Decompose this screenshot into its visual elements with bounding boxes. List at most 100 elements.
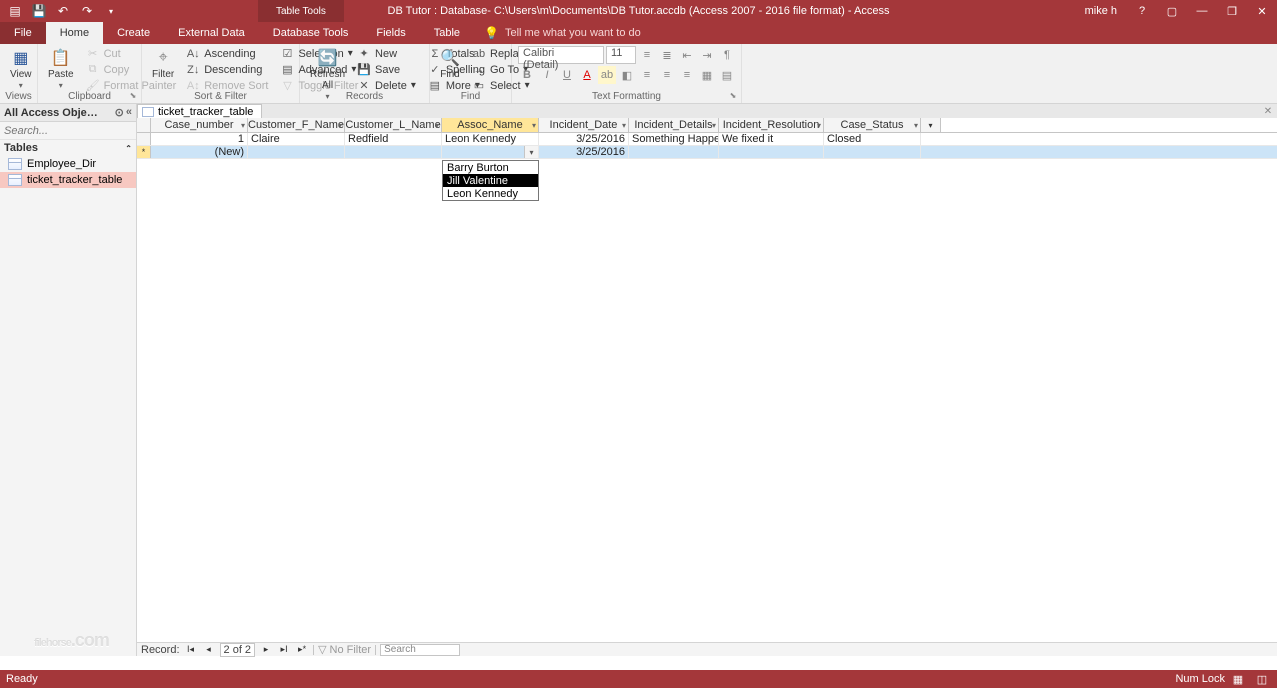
click-to-add-column[interactable]: ▾ bbox=[921, 118, 941, 132]
cell[interactable]: Claire bbox=[248, 133, 345, 145]
clipboard-launcher-icon[interactable]: ⬊ bbox=[127, 89, 139, 101]
cell[interactable]: Leon Kennedy bbox=[442, 133, 539, 145]
tell-me-search[interactable]: 💡 Tell me what you want to do bbox=[474, 26, 651, 40]
qat-redo-icon[interactable]: ↷ bbox=[76, 1, 98, 21]
cell[interactable] bbox=[824, 146, 921, 158]
ribbon-display-icon[interactable]: ▢ bbox=[1157, 0, 1187, 22]
col-header-case-number[interactable]: Case_number▾ bbox=[151, 118, 248, 132]
recnav-position[interactable]: 2 of 2 bbox=[220, 643, 256, 657]
nav-collapse-icon[interactable]: « bbox=[126, 106, 132, 119]
ascending-button[interactable]: A↓Ascending bbox=[182, 46, 272, 61]
paste-button[interactable]: 📋 Paste ▾ bbox=[44, 46, 78, 92]
col-header-incident-resolution[interactable]: Incident_Resolution▾ bbox=[719, 118, 824, 132]
chevron-down-icon[interactable]: ▾ bbox=[712, 121, 716, 130]
col-header-incident-date[interactable]: Incident_Date▾ bbox=[539, 118, 629, 132]
nav-item-employee-dir[interactable]: Employee_Dir bbox=[0, 156, 136, 172]
new-row-icon[interactable]: * bbox=[137, 146, 151, 158]
dropdown-option[interactable]: Leon Kennedy bbox=[443, 187, 538, 200]
chevron-down-icon[interactable]: ▾ bbox=[817, 121, 821, 130]
alt-row-color-icon[interactable]: ▤ bbox=[718, 66, 736, 84]
document-tab[interactable]: ticket_tracker_table bbox=[137, 104, 262, 118]
help-icon[interactable]: ? bbox=[1127, 0, 1157, 22]
assoc-name-combo-cell[interactable]: ▾ bbox=[442, 146, 539, 158]
dropdown-option[interactable]: Jill Valentine bbox=[443, 174, 538, 187]
col-header-case-status[interactable]: Case_Status▾ bbox=[824, 118, 921, 132]
recnav-last-icon[interactable]: ▸I bbox=[277, 644, 291, 656]
col-header-customer-lname[interactable]: Customer_L_Name▾ bbox=[345, 118, 442, 132]
table-row[interactable]: 1 Claire Redfield Leon Kennedy 3/25/2016… bbox=[137, 133, 1277, 146]
select-all-corner[interactable] bbox=[137, 118, 151, 132]
minimize-icon[interactable]: — bbox=[1187, 0, 1217, 22]
tab-table[interactable]: Table bbox=[420, 22, 474, 44]
descending-button[interactable]: Z↓Descending bbox=[182, 62, 272, 77]
cell[interactable] bbox=[345, 146, 442, 158]
qat-customize-icon[interactable]: ▾ bbox=[100, 1, 122, 21]
design-view-icon[interactable]: ◫ bbox=[1251, 671, 1273, 687]
underline-icon[interactable]: U bbox=[558, 66, 576, 84]
indent-inc-icon[interactable]: ⇥ bbox=[698, 46, 716, 64]
numbering-icon[interactable]: ≣ bbox=[658, 46, 676, 64]
chevron-down-icon[interactable]: ▾ bbox=[622, 121, 626, 130]
tab-file[interactable]: File bbox=[0, 22, 46, 44]
fill-color-icon[interactable]: ◧ bbox=[618, 66, 636, 84]
save-record-button[interactable]: 💾Save bbox=[353, 62, 420, 77]
tab-create[interactable]: Create bbox=[103, 22, 164, 44]
chevron-down-icon[interactable]: ▾ bbox=[914, 121, 918, 130]
restore-icon[interactable]: ❐ bbox=[1217, 0, 1247, 22]
align-right-icon[interactable]: ≡ bbox=[678, 66, 696, 84]
cell[interactable] bbox=[629, 146, 719, 158]
qat-undo-icon[interactable]: ↶ bbox=[52, 1, 74, 21]
tab-home[interactable]: Home bbox=[46, 22, 103, 44]
nav-header-title[interactable]: All Access Obje… bbox=[4, 107, 98, 119]
assoc-name-dropdown[interactable]: Barry Burton Jill Valentine Leon Kennedy bbox=[442, 160, 539, 201]
tab-database-tools[interactable]: Database Tools bbox=[259, 22, 363, 44]
nav-pin-icon[interactable]: ⊙ bbox=[115, 106, 124, 119]
align-center-icon[interactable]: ≡ bbox=[658, 66, 676, 84]
tab-fields[interactable]: Fields bbox=[362, 22, 419, 44]
textfmt-launcher-icon[interactable]: ⬊ bbox=[727, 89, 739, 101]
cell[interactable] bbox=[248, 146, 345, 158]
table-row-new[interactable]: * (New) ▾ 3/25/2016 bbox=[137, 146, 1277, 159]
cell[interactable]: We fixed it bbox=[719, 133, 824, 145]
chevron-down-icon[interactable]: ▾ bbox=[435, 121, 439, 130]
chevron-down-icon[interactable]: ▾ bbox=[532, 121, 536, 130]
close-icon[interactable]: ✕ bbox=[1247, 0, 1277, 22]
cell[interactable]: (New) bbox=[151, 146, 248, 158]
col-header-assoc-name[interactable]: Assoc_Name▾ bbox=[442, 118, 539, 132]
recnav-first-icon[interactable]: I◂ bbox=[184, 644, 198, 656]
recnav-filter-status[interactable]: ▽No Filter bbox=[318, 643, 371, 656]
cell[interactable]: 1 bbox=[151, 133, 248, 145]
nav-search-input[interactable] bbox=[4, 125, 132, 137]
col-header-incident-details[interactable]: Incident_Details▾ bbox=[629, 118, 719, 132]
font-size-combo[interactable]: 11 bbox=[606, 46, 636, 64]
document-close-icon[interactable]: ✕ bbox=[1261, 104, 1275, 118]
cell[interactable] bbox=[719, 146, 824, 158]
col-header-customer-fname[interactable]: Customer_F_Name▾ bbox=[248, 118, 345, 132]
bullets-icon[interactable]: ≡ bbox=[638, 46, 656, 64]
align-left-icon[interactable]: ≡ bbox=[638, 66, 656, 84]
user-name[interactable]: mike h bbox=[1085, 5, 1117, 17]
find-button[interactable]: 🔍 Find bbox=[436, 46, 464, 82]
chevron-down-icon[interactable]: ▾ bbox=[241, 121, 245, 130]
nav-item-ticket-tracker[interactable]: ticket_tracker_table bbox=[0, 172, 136, 188]
highlight-icon[interactable]: ab bbox=[598, 66, 616, 84]
gridlines-icon[interactable]: ▦ bbox=[698, 66, 716, 84]
new-record-button[interactable]: ✦New bbox=[353, 46, 420, 61]
filter-button[interactable]: ⌖ Filter bbox=[148, 46, 178, 82]
row-selector[interactable] bbox=[137, 133, 151, 145]
recnav-prev-icon[interactable]: ◂ bbox=[202, 644, 216, 656]
tab-external-data[interactable]: External Data bbox=[164, 22, 259, 44]
cell[interactable]: 3/25/2016 bbox=[539, 146, 629, 158]
datasheet-view-icon[interactable]: ▦ bbox=[1227, 671, 1249, 687]
cell[interactable]: Closed bbox=[824, 133, 921, 145]
recnav-next-icon[interactable]: ▸ bbox=[259, 644, 273, 656]
recnav-new-icon[interactable]: ▸* bbox=[295, 644, 309, 656]
cell[interactable]: 3/25/2016 bbox=[539, 133, 629, 145]
nav-group-tables[interactable]: Tables⌃ bbox=[0, 140, 136, 156]
cell[interactable]: Something Happene bbox=[629, 133, 719, 145]
chevron-down-icon[interactable]: ▾ bbox=[338, 121, 342, 130]
dropdown-option[interactable]: Barry Burton bbox=[443, 161, 538, 174]
view-button[interactable]: ▦ View ▾ bbox=[6, 46, 36, 92]
qat-save-icon[interactable]: 💾 bbox=[28, 1, 50, 21]
combo-dropdown-icon[interactable]: ▾ bbox=[524, 146, 538, 158]
